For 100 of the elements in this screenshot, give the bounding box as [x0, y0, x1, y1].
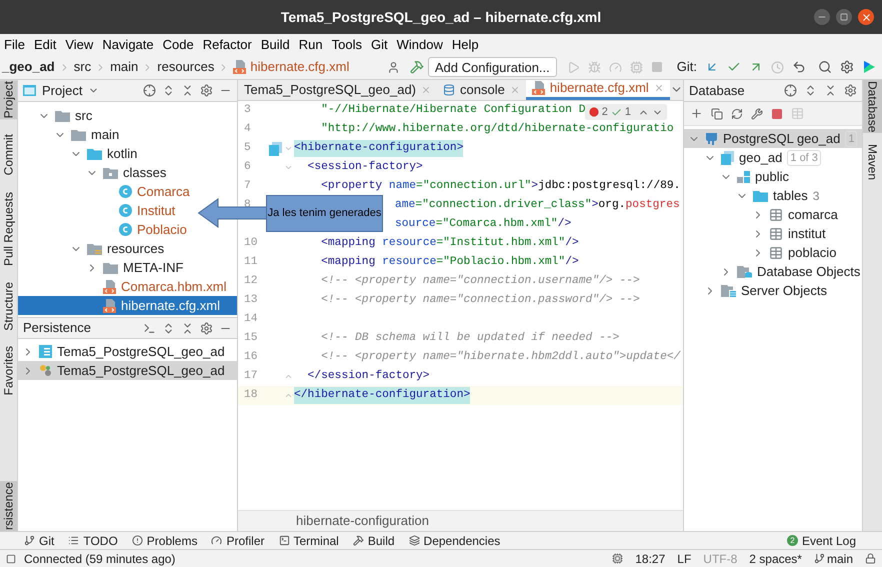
tree-item[interactable]: PostgreSQL geo_ad 1 [684, 129, 862, 148]
breadcrumb-item[interactable]: src [74, 57, 92, 77]
indent-setting[interactable]: 2 spaces* [749, 550, 802, 567]
lock-icon[interactable] [865, 553, 876, 564]
count-label: 3 [812, 188, 820, 204]
tool-window-tab[interactable]: TODO [68, 532, 118, 550]
maximize-button[interactable] [836, 9, 852, 25]
count-badge: 1 [845, 130, 858, 146]
tree-item[interactable]: Comarca [18, 182, 194, 201]
editor-tab[interactable]: console [437, 80, 526, 100]
facet-icon [39, 364, 52, 377]
panel-title[interactable]: Project [42, 80, 82, 100]
tree-item[interactable]: Tema5_PostgreSQL_geo_ad [18, 342, 237, 361]
editor-tab[interactable]: Tema5_PostgreSQL_geo_ad) [238, 80, 438, 100]
menu-item[interactable]: Edit [34, 34, 56, 54]
tool-window-tab[interactable]: Problems [132, 532, 198, 550]
settings-icon[interactable] [840, 60, 854, 74]
query-console-icon[interactable] [143, 322, 156, 334]
tree-item[interactable]: kotlin [18, 144, 142, 163]
tree-item[interactable]: Database Objects [684, 262, 862, 281]
code-line: <mapping resource="Institut.hbm.xml"/> [320, 236, 579, 252]
menu-item[interactable]: Build [260, 34, 290, 54]
tree-item[interactable]: Server Objects [684, 281, 831, 300]
refresh-icon[interactable] [731, 108, 743, 120]
tree-item[interactable]: META-INF [18, 258, 188, 277]
layers-icon [408, 535, 420, 546]
settings-icon[interactable] [200, 84, 213, 97]
tool-window-tab[interactable]: Favorites [0, 345, 17, 397]
notification-badge: 2 [786, 535, 798, 546]
tree-item[interactable]: main [18, 125, 124, 144]
menu-item[interactable]: Run [298, 34, 323, 54]
tree-item[interactable]: tables 3 [684, 186, 824, 205]
folder-icon [55, 110, 70, 122]
minimize-button[interactable] [814, 9, 830, 25]
inspection-widget[interactable]: 2 1 [584, 104, 667, 120]
user-icon[interactable] [386, 60, 400, 74]
wrench-icon[interactable] [751, 108, 763, 120]
tree-item[interactable]: comarca [684, 205, 842, 224]
add-icon[interactable] [690, 107, 703, 120]
tree-item[interactable]: public [684, 167, 793, 186]
tool-window-tab[interactable]: Project [0, 80, 17, 120]
tool-window-tab[interactable]: Terminal [278, 532, 339, 550]
tree-item[interactable]: geo_ad 1 of 3 [684, 148, 825, 167]
run-configuration-button[interactable]: Add Configuration... [428, 57, 557, 77]
menu-item[interactable]: Code [162, 34, 194, 54]
hammer-icon[interactable] [410, 60, 424, 74]
locate-icon[interactable] [143, 84, 156, 97]
tree-item[interactable]: hibernate.cfg.xml [18, 296, 237, 315]
tool-window-tab[interactable]: Dependencies [408, 532, 500, 550]
tree-item[interactable]: institut [684, 224, 830, 243]
menu-item[interactable]: Refactor [202, 34, 252, 54]
tool-window-tab[interactable]: Profiler [211, 532, 264, 550]
tree-item[interactable]: resources [18, 239, 168, 258]
tool-window-tab[interactable]: Structure [0, 280, 17, 332]
search-icon[interactable] [818, 60, 832, 74]
tool-window-tab[interactable]: Database [863, 80, 882, 134]
tool-window-tab[interactable]: Commit [0, 133, 17, 177]
tree-item[interactable]: src [18, 106, 96, 125]
tree-item[interactable]: Poblacio [18, 220, 191, 239]
maximize-icon [840, 13, 848, 21]
git-branch[interactable]: main [814, 550, 853, 567]
breadcrumb-item[interactable]: _geo_ad [2, 57, 55, 77]
editor-tab[interactable]: hibernate.cfg.xml [526, 80, 670, 100]
menu-item[interactable]: Window [396, 34, 443, 54]
caret-position[interactable]: 18:27 [635, 550, 666, 567]
stop-icon[interactable] [771, 108, 783, 120]
tree-item[interactable]: Tema5_PostgreSQL_geo_ad [18, 361, 237, 380]
tool-window-tab[interactable]: Maven [863, 143, 882, 182]
menu-item[interactable]: Tools [332, 34, 362, 54]
menu-item[interactable]: View [65, 34, 94, 54]
tree-item[interactable]: poblacio [684, 243, 840, 262]
line-separator[interactable]: LF [677, 550, 692, 567]
menu-item[interactable]: File [4, 34, 25, 54]
close-button[interactable] [858, 9, 874, 25]
code-line: ame="connection.driver_class">org.postgres [395, 198, 680, 214]
tree-item[interactable]: Comarca.hbm.xml [18, 277, 230, 296]
line-number: 4 [244, 122, 251, 138]
tool-window-tab[interactable]: Git [24, 532, 54, 550]
locate-icon[interactable] [784, 84, 797, 97]
rollback-icon[interactable] [792, 60, 806, 74]
tool-window-tab[interactable]: Pull Requests [0, 190, 17, 267]
tool-window-tab[interactable]: rsistence [0, 480, 17, 531]
menu-item[interactable]: Git [370, 34, 388, 54]
close-icon[interactable] [654, 83, 664, 93]
breadcrumb-item[interactable]: hibernate.cfg.xml [250, 57, 350, 77]
settings-icon[interactable] [844, 84, 857, 97]
panel-toggle-icon[interactable] [6, 554, 16, 564]
breadcrumb-item[interactable]: main [110, 57, 138, 77]
tree-item[interactable]: Institut [18, 201, 180, 220]
tool-window-tab[interactable]: Build [352, 532, 395, 550]
code-line: source="Comarca.hbm.xml"/> [395, 216, 572, 232]
event-log-tab[interactable]: 2 Event Log [786, 532, 856, 550]
copy-icon[interactable] [711, 108, 723, 120]
breadcrumb-item[interactable]: resources [157, 57, 214, 77]
settings-icon[interactable] [200, 322, 213, 334]
menu-item[interactable]: Navigate [102, 34, 154, 54]
code-line: "http://www.hibernate.org/dtd/hibernate-configuratio [320, 122, 674, 138]
plugin-logo-icon[interactable] [862, 60, 876, 74]
tree-item[interactable]: classes [18, 163, 170, 182]
menu-item[interactable]: Help [452, 34, 479, 54]
